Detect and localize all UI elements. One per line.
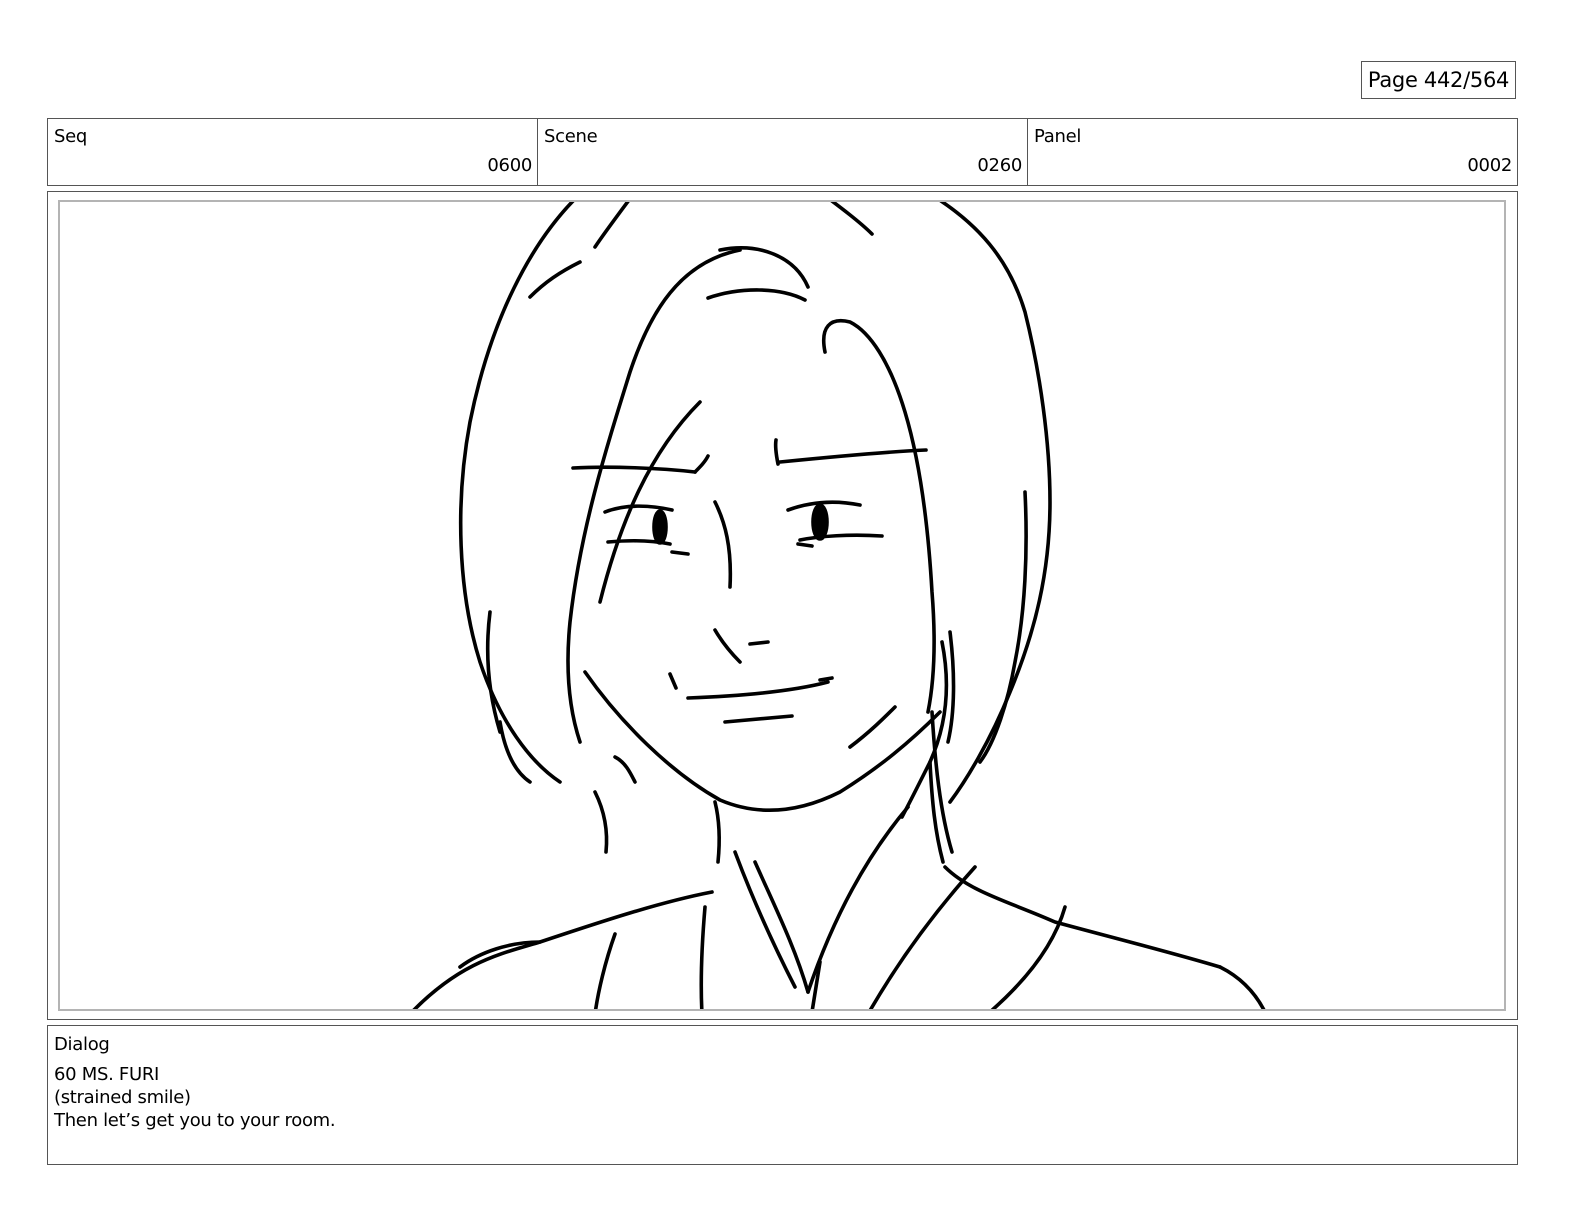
dialog-line: Then let’s get you to your room.: [54, 1110, 336, 1131]
dialog-label: Dialog: [54, 1034, 110, 1055]
dialog-text: 60 MS. FURI (strained smile) Then let’s …: [54, 1063, 336, 1132]
seq-label: Seq: [54, 126, 88, 147]
dialog-line: 60 MS. FURI: [54, 1064, 160, 1085]
character-sketch-icon: [412, 202, 1266, 1009]
shot-info-row: Seq 0600 Scene 0260 Panel 0002: [47, 118, 1518, 186]
scene-value: 0260: [977, 155, 1022, 176]
panel-cell: Panel 0002: [1028, 119, 1517, 185]
panel-value: 0002: [1467, 155, 1512, 176]
dialog-line: (strained smile): [54, 1087, 191, 1108]
storyboard-frame: [47, 191, 1518, 1020]
panel-label: Panel: [1034, 126, 1082, 147]
dialog-box: Dialog 60 MS. FURI (strained smile) Then…: [47, 1025, 1518, 1165]
storyboard-image: [58, 200, 1506, 1011]
scene-cell: Scene 0260: [538, 119, 1028, 185]
page-number: Page 442/564: [1361, 61, 1516, 99]
seq-value: 0600: [487, 155, 532, 176]
seq-cell: Seq 0600: [48, 119, 538, 185]
scene-label: Scene: [544, 126, 598, 147]
